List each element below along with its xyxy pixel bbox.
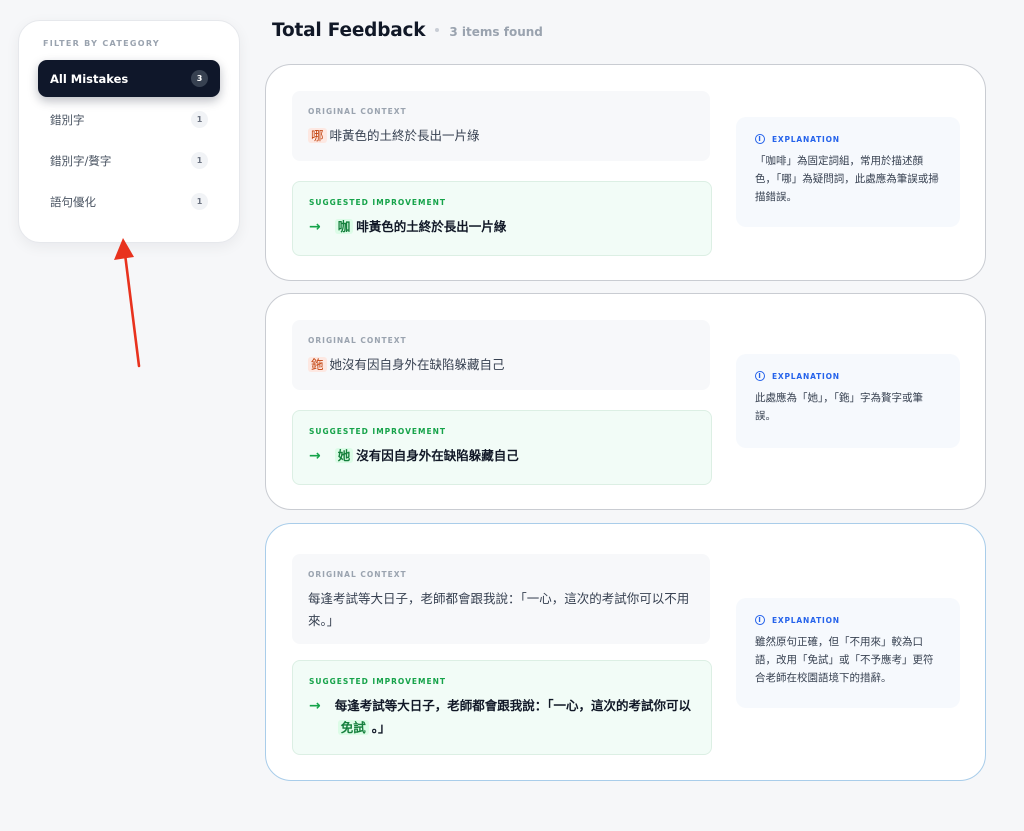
original-context-box: ORIGINAL CONTEXT 每逢考試等大日子，老師都會跟我說：「一心，這次… xyxy=(292,554,710,644)
explanation-label: i EXPLANATION xyxy=(755,371,941,381)
explanation-box: i EXPLANATION 雖然原句正確，但「不用來」較為口語，改用「免試」或「… xyxy=(736,598,960,708)
category-sentence-optimization[interactable]: 語句優化 1 xyxy=(38,183,220,220)
original-text: 每逢考試等大日子，老師都會跟我說：「一心，這次的考試你可以不用來。」 xyxy=(308,591,690,628)
original-context-label: ORIGINAL CONTEXT xyxy=(308,336,407,345)
suggested-text-before: 每逢考試等大日子，老師都會跟我說：「一心，這次的考試你可以 xyxy=(334,698,691,713)
explanation-text: 「咖啡」為固定詞組，常用於描述顏色，「哪」為疑問詞，此處應為筆誤或掃描錯誤。 xyxy=(755,155,939,203)
category-typo[interactable]: 錯別字 1 xyxy=(38,101,220,138)
feedback-card: ORIGINAL CONTEXT 哪啡黃色的土終於長出一片綠 SUGGESTED… xyxy=(265,64,986,281)
category-count-badge: 1 xyxy=(191,111,208,128)
feedback-card: ORIGINAL CONTEXT 每逢考試等大日子，老師都會跟我說：「一心，這次… xyxy=(265,523,986,781)
suggested-improvement-label: SUGGESTED IMPROVEMENT xyxy=(309,198,447,207)
category-label: 語句優化 xyxy=(50,194,96,209)
category-count-badge: 3 xyxy=(191,70,208,87)
original-context-label: ORIGINAL CONTEXT xyxy=(308,107,407,116)
category-filter-panel: FILTER BY CATEGORY All Mistakes 3 錯別字 1 … xyxy=(18,20,240,243)
fix-highlight: 咖 xyxy=(334,219,354,234)
original-text: 鉇她沒有因自身外在缺陷躲藏自己 xyxy=(308,354,694,376)
explanation-text: 雖然原句正確，但「不用來」較為口語，改用「免試」或「不予應考」更符合老師在校園語… xyxy=(755,636,934,684)
arrow-right-icon: → xyxy=(309,448,321,464)
explanation-label-text: EXPLANATION xyxy=(772,134,840,144)
fix-highlight: 免試 xyxy=(337,720,369,735)
explanation-box: i EXPLANATION 此處應為「她」，「鉇」字為贅字或筆誤。 xyxy=(736,354,960,448)
suggested-improvement-box: SUGGESTED IMPROVEMENT → 每逢考試等大日子，老師都會跟我說… xyxy=(292,660,712,755)
explanation-label-text: EXPLANATION xyxy=(772,371,840,381)
info-icon: i xyxy=(755,371,765,381)
explanation-label: i EXPLANATION xyxy=(755,615,941,625)
original-context-box: ORIGINAL CONTEXT 鉇她沒有因自身外在缺陷躲藏自己 xyxy=(292,320,710,390)
suggested-improvement-label: SUGGESTED IMPROVEMENT xyxy=(309,427,447,436)
arrow-right-icon: → xyxy=(309,219,321,235)
page-header: Total Feedback 3 items found xyxy=(272,20,543,41)
suggested-text: 每逢考試等大日子，老師都會跟我說：「一心，這次的考試你可以免試。」 xyxy=(335,695,695,739)
suggested-improvement-box: SUGGESTED IMPROVEMENT → 她沒有因自身外在缺陷躲藏自己 xyxy=(292,410,712,485)
info-icon: i xyxy=(755,615,765,625)
suggested-text: 咖啡黃色的土終於長出一片綠 xyxy=(334,216,507,238)
suggested-text-rest: 啡黃色的土終於長出一片綠 xyxy=(356,219,507,234)
original-text-rest: 啡黃色的土終於長出一片綠 xyxy=(329,128,480,143)
fix-highlight: 她 xyxy=(334,448,354,463)
annotation-arrow-icon xyxy=(114,238,141,368)
category-typo-redundant[interactable]: 錯別字/贅字 1 xyxy=(38,142,220,179)
explanation-text: 此處應為「她」，「鉇」字為贅字或筆誤。 xyxy=(755,392,923,422)
items-found-count: 3 items found xyxy=(449,25,543,39)
suggested-text-after: 。」 xyxy=(371,720,391,735)
explanation-label-text: EXPLANATION xyxy=(772,615,840,625)
error-highlight: 哪 xyxy=(308,128,327,143)
original-text-rest: 她沒有因自身外在缺陷躲藏自己 xyxy=(329,357,505,372)
original-text: 哪啡黃色的土終於長出一片綠 xyxy=(308,125,694,147)
suggested-improvement-box: SUGGESTED IMPROVEMENT → 咖啡黃色的土終於長出一片綠 xyxy=(292,181,712,256)
explanation-box: i EXPLANATION 「咖啡」為固定詞組，常用於描述顏色，「哪」為疑問詞，… xyxy=(736,117,960,227)
category-count-badge: 1 xyxy=(191,193,208,210)
separator-dot xyxy=(435,28,440,32)
page-title: Total Feedback xyxy=(272,20,426,41)
category-label: All Mistakes xyxy=(50,71,129,86)
arrow-right-icon: → xyxy=(309,698,321,714)
category-all-mistakes[interactable]: All Mistakes 3 xyxy=(38,60,220,97)
original-context-box: ORIGINAL CONTEXT 哪啡黃色的土終於長出一片綠 xyxy=(292,91,710,161)
suggested-improvement-label: SUGGESTED IMPROVEMENT xyxy=(309,677,447,686)
filter-title: FILTER BY CATEGORY xyxy=(43,39,160,48)
category-label: 錯別字/贅字 xyxy=(50,153,112,168)
category-count-badge: 1 xyxy=(191,152,208,169)
feedback-card: ORIGINAL CONTEXT 鉇她沒有因自身外在缺陷躲藏自己 SUGGEST… xyxy=(265,293,986,510)
original-context-label: ORIGINAL CONTEXT xyxy=(308,570,407,579)
error-highlight: 鉇 xyxy=(308,357,327,372)
info-icon: i xyxy=(755,134,765,144)
category-label: 錯別字 xyxy=(50,112,85,127)
explanation-label: i EXPLANATION xyxy=(755,134,941,144)
suggested-text: 她沒有因自身外在缺陷躲藏自己 xyxy=(334,445,519,467)
suggested-text-rest: 沒有因自身外在缺陷躲藏自己 xyxy=(356,448,519,463)
